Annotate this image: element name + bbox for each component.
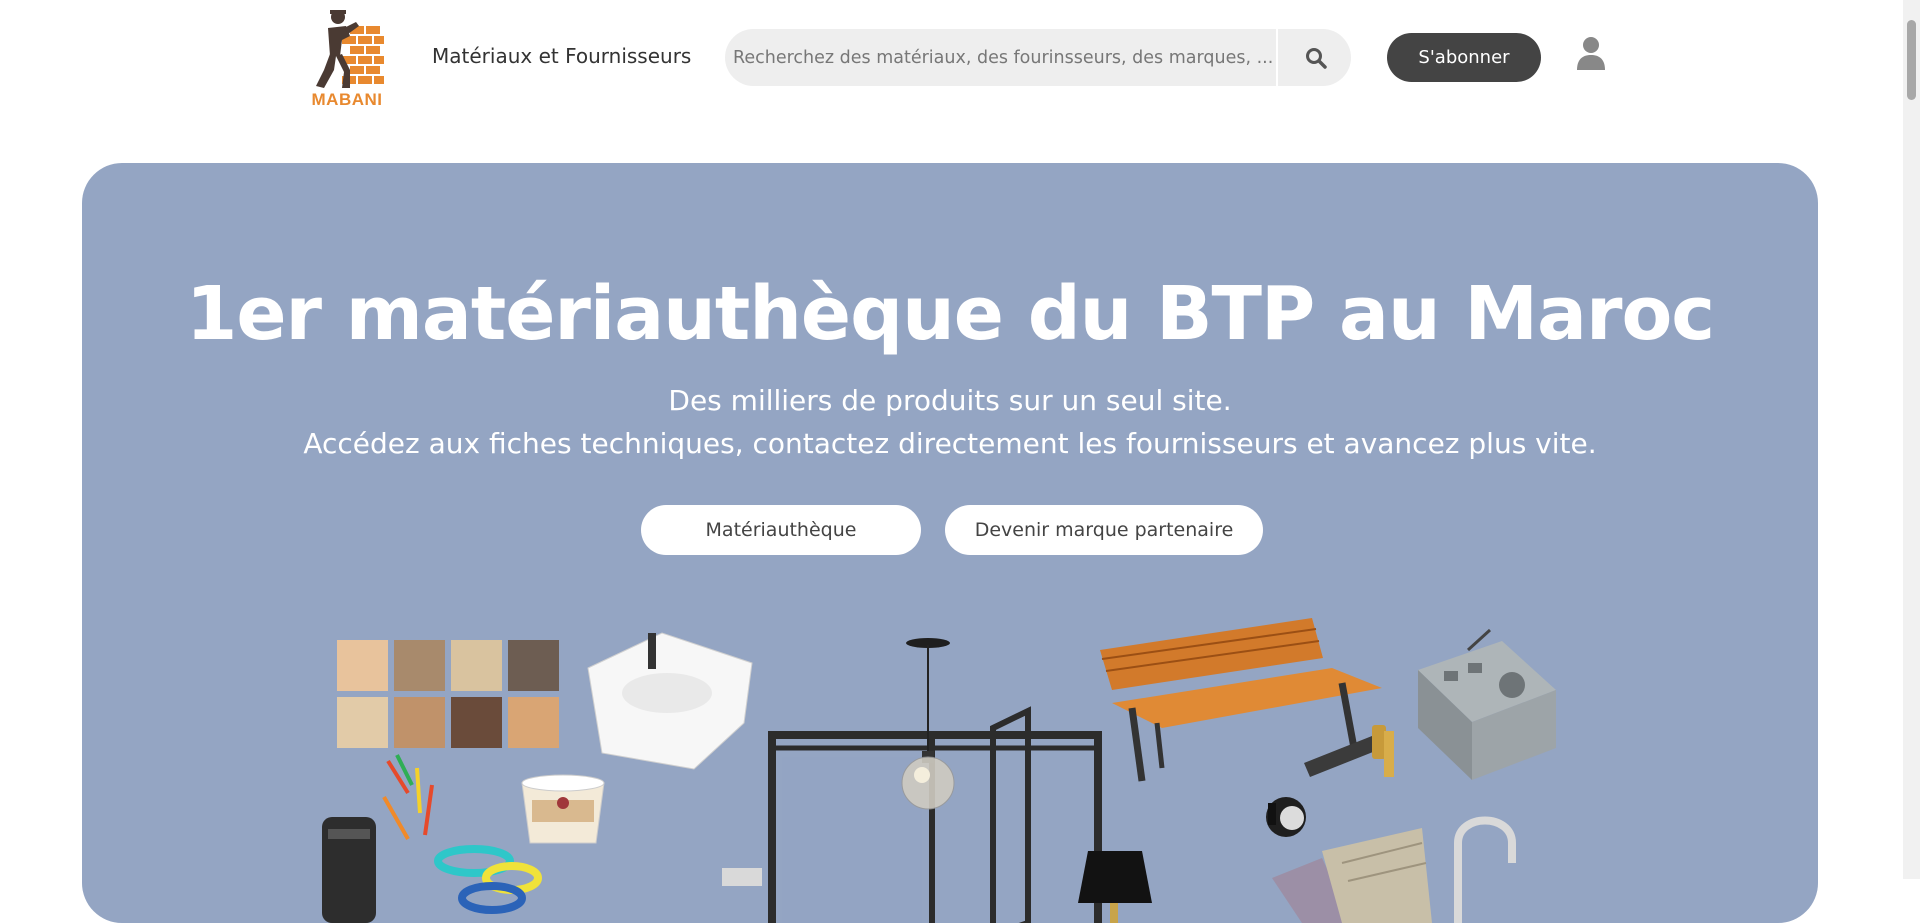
- logo-text: MABANI: [306, 90, 388, 110]
- search-icon: [1305, 47, 1327, 69]
- search-bar: [725, 29, 1351, 86]
- washbasin-icon: [588, 633, 752, 769]
- material-samples-icon: [1272, 828, 1432, 923]
- window-frame-icon: [772, 711, 1098, 923]
- faucet-icon: [1458, 821, 1512, 923]
- products-collage-image: [82, 163, 1818, 923]
- pendant-lamp-icon: [902, 638, 954, 809]
- scrollbar-thumb[interactable]: [1907, 20, 1916, 100]
- search-button[interactable]: [1276, 29, 1351, 86]
- hero-section: 1er matériauthèque du BTP au Maroc Des m…: [82, 163, 1818, 923]
- spotlight-icon: [1266, 797, 1306, 837]
- account-button[interactable]: [1576, 36, 1606, 70]
- paint-bucket-icon: [522, 775, 604, 843]
- wood-swatches-icon: [337, 640, 559, 748]
- mabani-logo[interactable]: MABANI: [306, 6, 388, 110]
- subscribe-button[interactable]: S'abonner: [1387, 33, 1541, 82]
- page-scrollbar[interactable]: [1903, 0, 1920, 879]
- cable-rolls-icon: [438, 849, 538, 910]
- user-icon: [1576, 36, 1606, 70]
- concrete-block-icon: [1418, 630, 1556, 780]
- disposal-unit-icon: [322, 817, 376, 923]
- mason-logo-icon: [306, 6, 388, 92]
- search-input[interactable]: [725, 29, 1275, 86]
- table-lamp-icon: [1078, 851, 1152, 923]
- marker-pencils-icon: [384, 755, 432, 839]
- nav-materials-suppliers-link[interactable]: Matériaux et Fournisseurs: [432, 44, 691, 68]
- mixer-tap-icon: [722, 868, 762, 886]
